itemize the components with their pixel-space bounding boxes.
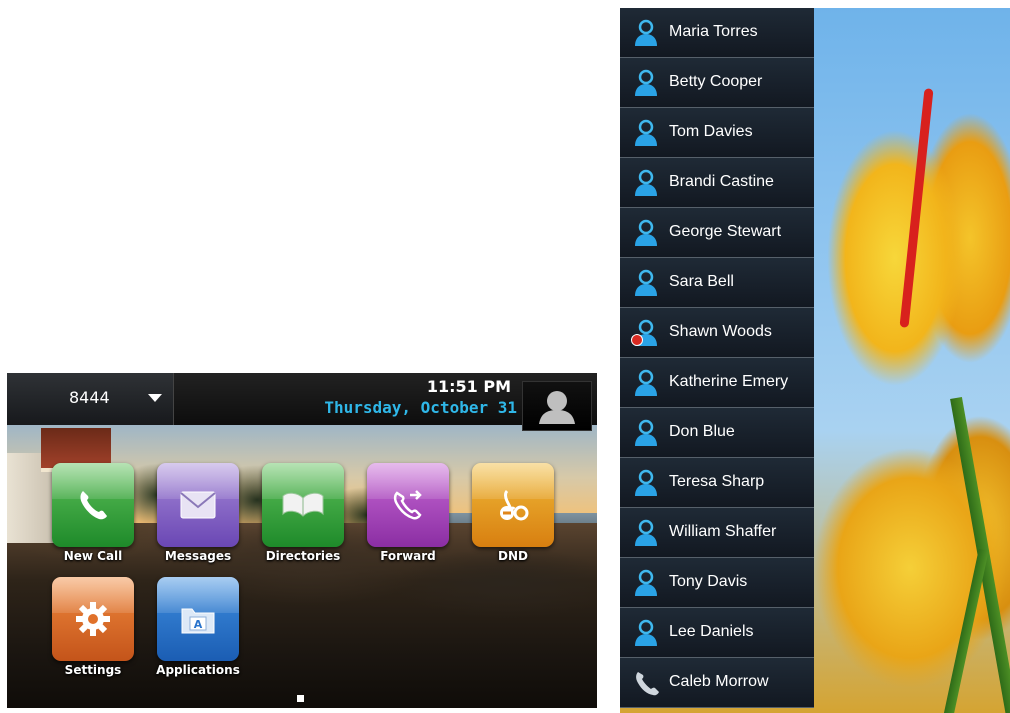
contact-name: Tony Davis (669, 573, 748, 590)
avatar-icon (539, 391, 575, 424)
contact-row[interactable]: Tom Davies (620, 108, 814, 158)
applications-icon: A (181, 608, 215, 634)
contact-row[interactable]: Lee Daniels (620, 608, 814, 658)
contact-row[interactable]: Katherine Emery (620, 358, 814, 408)
person-icon (635, 519, 657, 546)
dnd-label: DND (498, 549, 528, 563)
dnd-status-icon (631, 334, 643, 346)
contact-row[interactable]: Shawn Woods (620, 308, 814, 358)
contact-name: Don Blue (669, 423, 735, 440)
svg-text:A: A (194, 618, 203, 631)
settings-app[interactable] (52, 577, 134, 661)
directories-label: Directories (265, 549, 341, 563)
book-icon (282, 492, 324, 517)
contact-name: Betty Cooper (669, 73, 763, 90)
phone-icon (80, 491, 107, 520)
person-icon (635, 269, 657, 296)
forward-app[interactable] (367, 463, 449, 547)
contact-name: Teresa Sharp (669, 473, 765, 490)
applications-label: Applications (156, 663, 240, 677)
person-icon (635, 569, 657, 596)
contact-name: Tom Davies (669, 123, 753, 140)
contact-name: Shawn Woods (669, 323, 772, 340)
contact-name: Lee Daniels (669, 623, 754, 640)
contact-row[interactable]: Maria Torres (620, 8, 814, 58)
applications-app[interactable]: A (157, 577, 239, 661)
line-selector[interactable]: 8444 (7, 373, 174, 425)
person-icon (635, 469, 657, 496)
page-indicator (297, 695, 304, 702)
envelope-icon (180, 491, 216, 519)
person-icon (635, 69, 657, 96)
contact-name: Caleb Morrow (669, 673, 769, 690)
new-call-label: New Call (63, 549, 123, 563)
phone-contacts-screen: Maria Torres Betty Cooper Tom Davies Bra… (620, 8, 1010, 713)
favorites-list: Maria Torres Betty Cooper Tom Davies Bra… (620, 8, 814, 708)
contact-name: Katherine Emery (669, 373, 789, 390)
contact-name: George Stewart (669, 223, 782, 240)
contact-name: William Shaffer (669, 523, 777, 540)
messages-label: Messages (164, 549, 232, 563)
forward-call-icon (393, 490, 422, 520)
person-icon (635, 119, 657, 146)
directories-app[interactable] (262, 463, 344, 547)
person-icon (635, 169, 657, 196)
clock-date: Thursday, October 31 (324, 398, 517, 417)
status-bar: 8444 11:51 PM Thursday, October 31 (7, 373, 597, 431)
contact-row[interactable]: Betty Cooper (620, 58, 814, 108)
handset-icon (636, 672, 659, 696)
person-icon (635, 619, 657, 646)
user-avatar-button[interactable] (522, 381, 592, 431)
contact-row[interactable]: George Stewart (620, 208, 814, 258)
new-call-app[interactable] (52, 463, 134, 547)
dnd-app[interactable] (472, 463, 554, 547)
forward-label: Forward (380, 549, 436, 563)
contact-row[interactable]: Don Blue (620, 408, 814, 458)
person-icon (635, 19, 657, 46)
contact-row[interactable]: Sara Bell (620, 258, 814, 308)
person-icon (635, 219, 657, 246)
contact-name: Maria Torres (669, 23, 758, 40)
gear-icon (76, 602, 110, 636)
clock-time: 11:51 PM (426, 377, 511, 396)
contact-name: Brandi Castine (669, 173, 774, 190)
chevron-down-icon (148, 394, 162, 402)
do-not-disturb-icon (500, 489, 529, 521)
contact-name: Sara Bell (669, 273, 734, 290)
messages-app[interactable] (157, 463, 239, 547)
person-icon (635, 369, 657, 396)
person-icon (635, 419, 657, 446)
phone-home-screen: 8444 11:51 PM Thursday, October 31 New C… (7, 373, 597, 708)
contact-row[interactable]: Caleb Morrow (620, 658, 814, 708)
line-number: 8444 (69, 388, 110, 407)
contact-row[interactable]: William Shaffer (620, 508, 814, 558)
contact-row[interactable]: Tony Davis (620, 558, 814, 608)
contact-row[interactable]: Brandi Castine (620, 158, 814, 208)
settings-label: Settings (64, 663, 122, 677)
contact-row[interactable]: Teresa Sharp (620, 458, 814, 508)
